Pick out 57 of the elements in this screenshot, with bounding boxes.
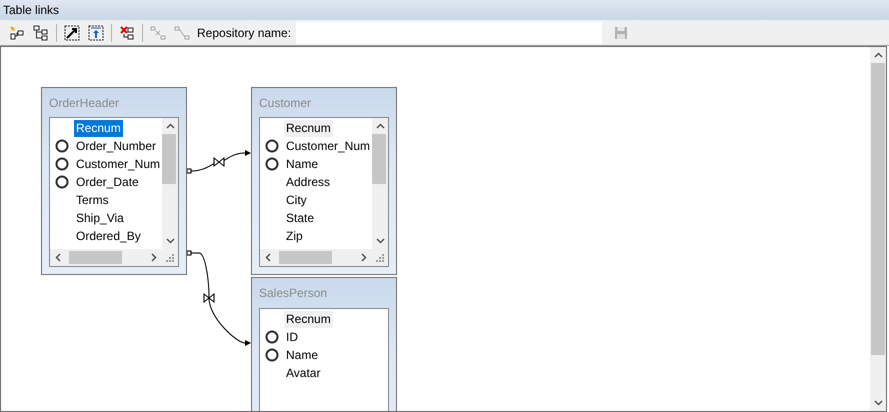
link-icon [174, 24, 190, 40]
field-item[interactable]: Ordered_By [74, 228, 143, 244]
field-item[interactable]: Name [284, 156, 320, 172]
field-list[interactable]: Recnum Order_Number Customer_Num Order_Date Terms Ship_Via Ordered_By [49, 117, 179, 267]
field-item[interactable]: Recnum [284, 120, 333, 136]
join-icon [204, 292, 214, 304]
key-icon [264, 139, 279, 153]
tree-icon [33, 24, 49, 40]
field-item[interactable]: Order_Number [74, 138, 158, 154]
save-icon [614, 26, 628, 40]
table-window[interactable]: Customer Recnum Customer_Num Name Address City State Zip [251, 87, 397, 275]
repository-field[interactable] [296, 22, 602, 44]
remove-table-icon [119, 24, 135, 40]
key-icon [55, 175, 69, 189]
field-item[interactable]: State [284, 210, 316, 226]
table-title: Customer [259, 94, 312, 112]
table-title: SalesPerson [259, 285, 328, 302]
field-item[interactable]: Zip [284, 228, 305, 244]
field-item[interactable]: Recnum [74, 120, 123, 136]
field-item[interactable]: Order_Date [74, 174, 141, 190]
field-item[interactable]: Avatar [284, 364, 322, 382]
field-list[interactable]: Recnum ID Name Avatar [259, 308, 389, 411]
link-line[interactable] [186, 250, 251, 346]
scrollbar[interactable] [870, 47, 886, 411]
table-window[interactable]: OrderHeader Recnum Order_Number Customer_Num Order_Date Terms Ship_Via Ordered_By [41, 87, 187, 275]
scrollbar[interactable] [162, 118, 178, 249]
scrollbar[interactable] [50, 249, 178, 266]
field-item[interactable]: ID [284, 328, 300, 346]
scrollbar[interactable] [372, 118, 388, 249]
table-title: OrderHeader [49, 94, 120, 112]
field-item[interactable]: Ship_Via [74, 210, 126, 226]
field-item[interactable]: City [284, 192, 309, 208]
field-list[interactable]: Recnum Customer_Num Name Address City State Zip [259, 117, 389, 267]
field-item[interactable]: Address [284, 174, 332, 190]
add-table-icon [9, 24, 25, 40]
link-line[interactable] [186, 150, 251, 174]
table-window[interactable]: SalesPerson Recnum ID Name Avatar [251, 277, 397, 411]
field-item[interactable]: Customer_Num [74, 156, 162, 172]
resize-grip-icon [376, 254, 384, 262]
key-icon [55, 139, 69, 153]
join-icon [214, 156, 224, 168]
diagram-canvas[interactable]: OrderHeader Recnum Order_Number Customer_Num Order_Date Terms Ship_Via Ordered_By Customer Recnum Customer_Num Name Address City State Zip SalesPerson Recnum ID Name Avatar [0, 46, 887, 412]
field-item[interactable]: Recnum [284, 310, 333, 328]
field-item[interactable]: Customer_Num [284, 138, 372, 154]
resize-grip-icon [166, 254, 174, 262]
scrollbar[interactable] [260, 249, 388, 266]
key-icon [265, 157, 279, 171]
key-icon [265, 348, 279, 362]
repository-label: Repository name: [197, 26, 292, 40]
upload-icon [88, 24, 104, 40]
panel-title: Table links [3, 3, 60, 17]
resize-icon [64, 24, 80, 40]
key-icon [265, 330, 279, 344]
key-icon [54, 157, 69, 171]
field-item[interactable]: Terms [74, 192, 111, 208]
field-item[interactable]: Name [284, 346, 320, 364]
unlink-icon [150, 24, 166, 40]
